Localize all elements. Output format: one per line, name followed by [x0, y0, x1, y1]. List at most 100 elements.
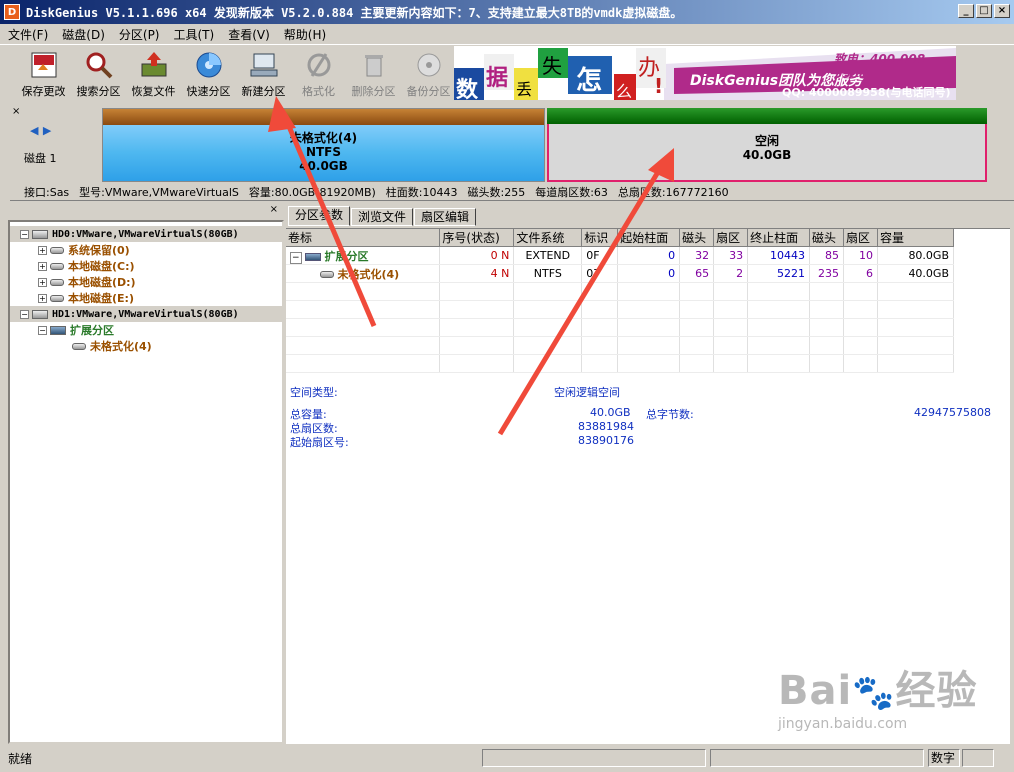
cell-id: 07: [581, 264, 619, 283]
expand-icon[interactable]: +: [38, 277, 47, 287]
cell-volume-label: 扩展分区: [324, 249, 369, 263]
expand-icon[interactable]: +: [38, 245, 47, 255]
search-partition-label: 搜索分区: [76, 85, 121, 98]
banner-char: 据: [486, 66, 509, 91]
tab-partition-params[interactable]: 分区参数: [288, 206, 351, 226]
table-row-empty: [286, 354, 955, 373]
collapse-icon[interactable]: −: [38, 325, 47, 335]
extended-partition-icon: [305, 252, 322, 261]
col-header-id[interactable]: 标识: [581, 229, 619, 247]
tree-node-hd1[interactable]: − HD1:VMware,VMwareVirtualS(80GB): [10, 306, 282, 322]
minimize-button[interactable]: _: [958, 4, 974, 18]
close-icon[interactable]: ×: [12, 106, 20, 117]
close-button[interactable]: ×: [994, 4, 1010, 18]
search-partition-button[interactable]: 搜索分区: [71, 45, 126, 101]
partition-block-free[interactable]: 空闲 40.0GB: [547, 108, 987, 182]
quick-partition-button[interactable]: 快速分区: [181, 45, 236, 101]
new-partition-button[interactable]: 新建分区: [236, 45, 291, 101]
start-sector-label: 起始扇区号:: [290, 436, 349, 449]
cell-volume: 未格式化(4): [286, 264, 441, 283]
cell-id: 0F: [581, 246, 619, 265]
expand-icon[interactable]: +: [38, 293, 47, 303]
tree-node-extended[interactable]: − 扩展分区: [10, 322, 282, 338]
disk-model: 型号:VMware,VMwareVirtualS: [79, 185, 239, 199]
table-row[interactable]: − 扩展分区 0 N EXTEND 0F 0 32 33 10443 85 10…: [286, 246, 955, 265]
col-header-start-sector[interactable]: 扇区: [713, 229, 749, 247]
hard-disk-icon: [32, 229, 48, 239]
col-header-volume[interactable]: 卷标: [286, 229, 441, 247]
table-row-empty: [286, 336, 955, 355]
disk-sectors-per-track: 每道扇区数:63: [535, 185, 608, 199]
format-button[interactable]: 格式化: [291, 45, 346, 101]
hard-disk-icon: [32, 309, 48, 319]
partition-header-bar: [103, 109, 544, 125]
tree-node-drive-e[interactable]: + 本地磁盘(E:): [10, 290, 282, 306]
col-header-end-sector[interactable]: 扇区: [843, 229, 878, 247]
start-sector-value: 83890176: [578, 434, 634, 447]
watermark-logo2: 经验: [895, 668, 978, 714]
col-header-seq[interactable]: 序号(状态): [439, 229, 515, 247]
disk-info-bar: 接口:Sas 型号:VMware,VMwareVirtualS 容量:80.0G…: [10, 183, 1014, 201]
backup-partition-button[interactable]: 备份分区: [401, 45, 456, 101]
menu-tools[interactable]: 工具(T): [174, 26, 215, 43]
menu-partition[interactable]: 分区(P): [119, 26, 160, 43]
partition-name: 未格式化(4): [289, 131, 358, 145]
total-sectors-value: 83881984: [578, 420, 634, 433]
close-icon[interactable]: ×: [270, 204, 278, 215]
recover-files-button[interactable]: 恢复文件: [126, 45, 181, 101]
cell-start-cyl: 0: [617, 246, 681, 265]
tree-node-label: 未格式化(4): [90, 340, 152, 353]
cell-fs: NTFS: [513, 264, 583, 283]
col-header-start-cyl[interactable]: 起始柱面: [617, 229, 681, 247]
col-header-start-head[interactable]: 磁头: [679, 229, 715, 247]
tab-browse-files[interactable]: 浏览文件: [351, 208, 414, 226]
format-label: 格式化: [302, 85, 335, 98]
tree-node-hd0[interactable]: − HD0:VMware,VMwareVirtualS(80GB): [10, 226, 282, 242]
disk-cylinders: 柱面数:10443: [385, 185, 458, 199]
menu-disk[interactable]: 磁盘(D): [62, 26, 105, 43]
save-changes-label: 保存更改: [21, 85, 66, 98]
nav-right-icon[interactable]: ▶: [43, 124, 51, 137]
collapse-icon[interactable]: −: [20, 229, 29, 239]
col-header-size[interactable]: 容量: [877, 229, 955, 247]
nav-left-icon[interactable]: ◀: [30, 124, 38, 137]
tab-bar: 分区参数 浏览文件 扇区编辑: [286, 206, 1014, 226]
col-header-end-cyl[interactable]: 终止柱面: [747, 229, 811, 247]
menu-file[interactable]: 文件(F): [8, 26, 48, 43]
cell-end-sector: 10: [843, 246, 878, 265]
tree-node-system-reserved[interactable]: + 系统保留(0): [10, 242, 282, 258]
cell-start-head: 32: [679, 246, 715, 265]
col-header-fs[interactable]: 文件系统: [513, 229, 583, 247]
tree-node-drive-c[interactable]: + 本地磁盘(C:): [10, 258, 282, 274]
space-type-value: 空闲逻辑空间: [554, 386, 620, 399]
menu-view[interactable]: 查看(V): [228, 26, 270, 43]
tree-node-unformatted[interactable]: 未格式化(4): [10, 338, 282, 354]
save-changes-button[interactable]: 保存更改: [16, 45, 71, 101]
maximize-button[interactable]: □: [976, 4, 992, 18]
tab-sector-edit[interactable]: 扇区编辑: [414, 208, 477, 226]
banner-char: 失: [542, 54, 562, 78]
cell-end-cyl: 10443: [747, 246, 811, 265]
col-header-end-head[interactable]: 磁头: [809, 229, 845, 247]
cell-size: 80.0GB: [877, 246, 955, 265]
delete-partition-button[interactable]: 删除分区: [346, 45, 401, 101]
collapse-icon[interactable]: −: [20, 309, 29, 319]
table-row-empty: [286, 282, 955, 301]
total-bytes-value: 42947575808: [914, 406, 991, 419]
recover-files-label: 恢复文件: [131, 85, 176, 98]
ad-banner[interactable]: 数 据 丢 失 怎 么 办 ! DiskGenius团队为您服务 致电：400-…: [454, 46, 956, 100]
tree-node-drive-d[interactable]: + 本地磁盘(D:): [10, 274, 282, 290]
cell-start-sector: 33: [713, 246, 749, 265]
tree-node-label: 扩展分区: [70, 324, 114, 337]
menu-help[interactable]: 帮助(H): [284, 26, 326, 43]
banner-char: 怎: [576, 66, 603, 96]
banner-qq: QQ: 4000089958(与电话同号): [782, 86, 951, 99]
status-text: 就绪: [8, 752, 33, 766]
expand-icon[interactable]: +: [38, 261, 47, 271]
new-partition-icon: [248, 49, 280, 81]
backup-partition-label: 备份分区: [406, 85, 451, 98]
partition-block-unformatted[interactable]: 未格式化(4) NTFS 40.0GB: [102, 108, 545, 182]
free-space-size: 40.0GB: [742, 148, 792, 162]
collapse-icon[interactable]: −: [290, 251, 302, 264]
table-row[interactable]: 未格式化(4) 4 N NTFS 07 0 65 2 5221 235 6 40…: [286, 264, 955, 283]
